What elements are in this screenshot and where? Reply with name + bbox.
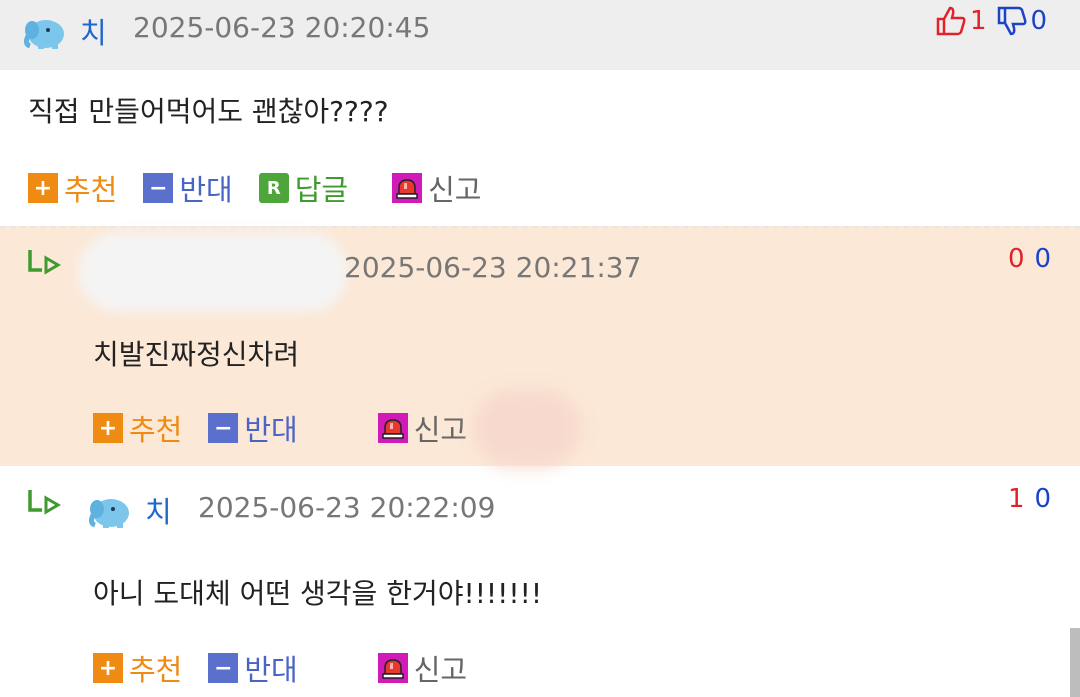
recommend-button[interactable]: + 추천 bbox=[93, 407, 182, 449]
comment-actions: + 추천 − 반대 신고 bbox=[93, 407, 493, 449]
oppose-button[interactable]: − 반대 bbox=[143, 167, 233, 209]
comment-content: 아니 도대체 어떤 생각을 한거야!!!!!!! bbox=[93, 577, 543, 610]
vote-counts: 1 0 bbox=[934, 4, 1047, 38]
recommend-button[interactable]: + 추천 bbox=[28, 167, 117, 209]
blurred-overlay bbox=[472, 388, 582, 468]
elephant-avatar-icon[interactable] bbox=[24, 14, 68, 50]
comment-content: 직접 만들어먹어도 괜찮아???? bbox=[28, 95, 389, 128]
blurred-avatar-and-nickname bbox=[78, 232, 348, 312]
reply-arrow-icon bbox=[28, 490, 61, 515]
oppose-button[interactable]: − 반대 bbox=[208, 647, 298, 689]
scrollbar[interactable] bbox=[1070, 628, 1080, 697]
plus-icon: + bbox=[93, 653, 123, 683]
siren-icon bbox=[377, 413, 408, 443]
oppose-label: 반대 bbox=[244, 653, 298, 687]
oppose-button[interactable]: − 반대 bbox=[208, 407, 298, 449]
down-count[interactable]: 0 bbox=[1035, 244, 1052, 274]
report-label: 신고 bbox=[428, 173, 482, 207]
thumb-down-icon[interactable] bbox=[995, 4, 1029, 38]
comment-datetime: 2025-06-23 20:20:45 bbox=[133, 11, 431, 44]
minus-icon: − bbox=[208, 653, 239, 683]
up-count[interactable]: 1 bbox=[1008, 484, 1025, 514]
reply-button[interactable]: R 답글 bbox=[258, 167, 349, 209]
siren-icon bbox=[377, 653, 408, 683]
vote-counts: 0 0 bbox=[1008, 244, 1051, 274]
vote-counts: 1 0 bbox=[1008, 484, 1051, 514]
recommend-label: 추천 bbox=[64, 173, 118, 207]
plus-icon: + bbox=[28, 173, 58, 203]
recommend-button[interactable]: + 추천 bbox=[93, 647, 182, 689]
reply-label: 답글 bbox=[294, 173, 349, 207]
comment-content: 치발진짜정신차려 bbox=[93, 338, 300, 371]
comment-nickname[interactable]: 치 bbox=[145, 489, 172, 531]
comment-actions: + 추천 − 반대 신고 bbox=[93, 647, 493, 689]
report-button[interactable]: 신고 bbox=[377, 407, 468, 449]
down-count[interactable]: 0 bbox=[1035, 484, 1052, 514]
minus-icon: − bbox=[208, 413, 239, 443]
reply-arrow-icon bbox=[28, 250, 61, 275]
report-button[interactable]: 신고 bbox=[392, 167, 482, 209]
recommend-label: 추천 bbox=[129, 413, 183, 447]
oppose-label: 반대 bbox=[179, 173, 233, 207]
report-label: 신고 bbox=[413, 413, 468, 447]
siren-icon bbox=[392, 173, 423, 203]
elephant-avatar-icon[interactable] bbox=[89, 493, 133, 529]
comment-actions: + 추천 − 반대 R 답글 신고 bbox=[28, 167, 508, 209]
down-count: 0 bbox=[1030, 6, 1048, 36]
comment-datetime: 2025-06-23 20:22:09 bbox=[198, 491, 496, 524]
thumb-up-icon[interactable] bbox=[934, 4, 968, 38]
report-button[interactable]: 신고 bbox=[377, 647, 468, 689]
recommend-label: 추천 bbox=[129, 653, 183, 687]
plus-icon: + bbox=[93, 413, 123, 443]
reply-r-icon: R bbox=[258, 173, 289, 203]
minus-icon: − bbox=[143, 173, 174, 203]
comment-datetime: 2025-06-23 20:21:37 bbox=[344, 251, 642, 284]
report-label: 신고 bbox=[413, 653, 468, 687]
comment-nickname[interactable]: 치 bbox=[80, 10, 107, 52]
up-count: 1 bbox=[970, 6, 987, 36]
oppose-label: 반대 bbox=[244, 413, 298, 447]
up-count[interactable]: 0 bbox=[1008, 244, 1025, 274]
